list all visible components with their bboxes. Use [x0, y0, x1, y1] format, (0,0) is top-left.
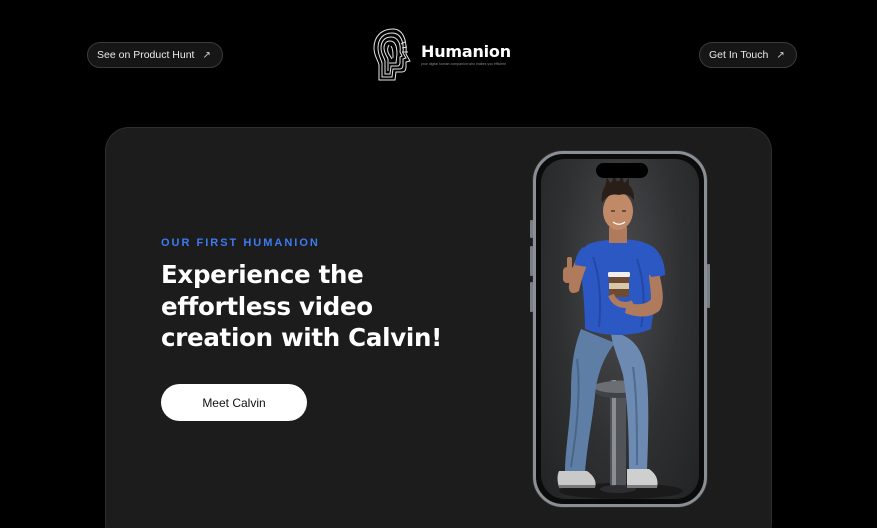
brand-name: Humanion — [421, 42, 511, 61]
arrow-up-right-icon: ↗ — [202, 49, 211, 61]
get-in-touch-label: Get In Touch — [709, 49, 769, 61]
calvin-avatar-illustration — [557, 174, 683, 499]
phone-side-button — [530, 220, 533, 238]
meet-calvin-button[interactable]: Meet Calvin — [161, 384, 307, 421]
phone-screen — [541, 159, 699, 499]
get-in-touch-link[interactable]: Get In Touch ↗ — [699, 42, 797, 68]
humanion-logo[interactable]: Humanion your digital human companion wh… — [371, 25, 511, 83]
head-profile-logo-icon — [373, 28, 411, 81]
hero-card: OUR FIRST HUMANION Experience the effort… — [105, 127, 772, 528]
phone-side-button — [530, 246, 533, 276]
hero-headline: Experience the effortless video creation… — [161, 260, 442, 352]
phone-side-button — [530, 282, 533, 312]
phone-side-button — [707, 264, 710, 308]
phone-mockup — [530, 151, 710, 507]
product-hunt-label: See on Product Hunt — [97, 49, 195, 61]
arrow-up-right-icon: ↗ — [776, 49, 785, 61]
hero-eyebrow: OUR FIRST HUMANION — [161, 237, 320, 249]
brand-tagline: your digital human companion who makes y… — [421, 62, 506, 66]
product-hunt-link[interactable]: See on Product Hunt ↗ — [87, 42, 223, 68]
dynamic-island — [596, 163, 648, 178]
